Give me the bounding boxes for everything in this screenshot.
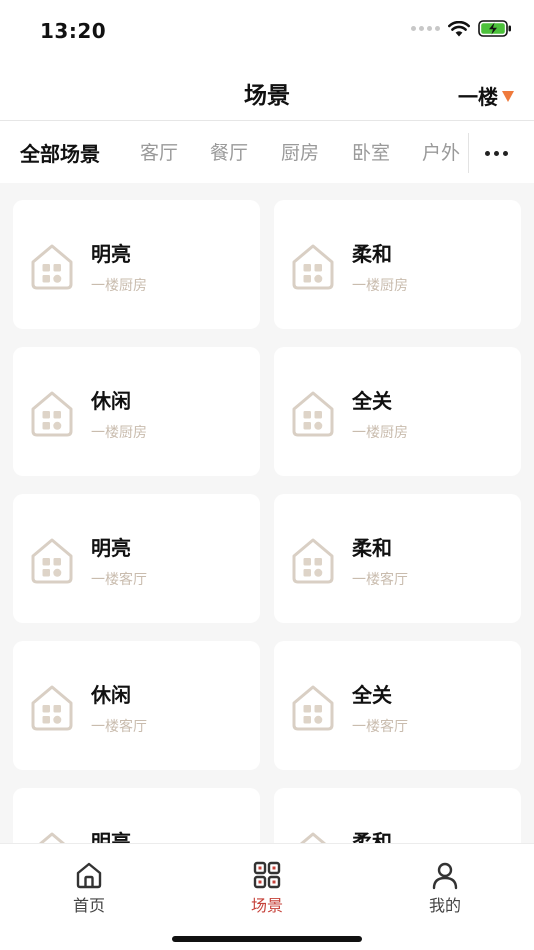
scene-house-icon <box>292 244 334 290</box>
scene-room: 一楼厨房 <box>352 425 408 441</box>
wifi-icon <box>448 20 470 36</box>
home-indicator <box>172 936 362 942</box>
scene-house-icon <box>299 832 327 843</box>
scene-name: 明亮 <box>91 830 131 843</box>
scene-card[interactable]: 休闲 一楼厨房 <box>13 347 260 476</box>
status-indicators <box>411 20 512 37</box>
scene-house-icon <box>31 685 73 731</box>
scene-name: 柔和 <box>352 830 392 843</box>
scene-card[interactable]: 全关 一楼厨房 <box>274 347 521 476</box>
nav-header: 场景 一楼 <box>0 64 534 121</box>
scene-grid: 明亮 一楼厨房 柔和 一楼厨房 休闲 一楼厨房 全关 一楼厨房 明亮 一楼客厅 … <box>13 200 521 843</box>
tabbar-scenes-label: 场景 <box>250 896 283 915</box>
caret-down-icon <box>502 91 514 102</box>
bottom-tab-bar: 首页 场景 我的 <box>0 843 534 950</box>
more-icon[interactable] <box>478 141 514 165</box>
floor-selector[interactable]: 一楼 <box>458 81 514 110</box>
scene-name: 明亮 <box>91 242 131 266</box>
room-tabs: 全部场景 客厅 餐厅 厨房 卧室 户外 <box>0 121 534 183</box>
tab-living-room[interactable]: 客厅 <box>140 138 178 165</box>
tabbar-home[interactable]: 首页 <box>49 860 129 916</box>
tabbar-me[interactable]: 我的 <box>405 860 485 916</box>
scene-house-icon <box>31 391 73 437</box>
tabbar-home-label: 首页 <box>72 896 105 915</box>
scene-name: 休闲 <box>91 683 131 707</box>
scene-card[interactable]: 柔和 一楼客厅 <box>274 494 521 623</box>
scene-card[interactable]: 柔和 一楼厨房 <box>274 200 521 329</box>
scene-card[interactable]: 柔和 <box>274 788 521 843</box>
scene-name: 明亮 <box>91 536 131 560</box>
floor-label: 一楼 <box>458 85 498 109</box>
user-icon <box>432 862 458 890</box>
scene-room: 一楼厨房 <box>352 278 408 294</box>
scene-house-icon <box>31 244 73 290</box>
scene-room: 一楼客厅 <box>91 572 147 588</box>
tab-bedroom[interactable]: 卧室 <box>352 138 390 165</box>
tabbar-me-label: 我的 <box>428 896 461 915</box>
scene-room: 一楼厨房 <box>91 278 147 294</box>
cellular-signal-icon <box>411 26 440 31</box>
scene-room: 一楼客厅 <box>91 719 147 735</box>
scene-card[interactable]: 明亮 一楼客厅 <box>13 494 260 623</box>
scene-name: 全关 <box>352 683 392 707</box>
tabbar-scenes[interactable]: 场景 <box>227 860 307 916</box>
page-title: 场景 <box>244 83 290 109</box>
scene-card[interactable]: 休闲 一楼客厅 <box>13 641 260 770</box>
scene-name: 全关 <box>352 389 392 413</box>
tab-dining-room[interactable]: 餐厅 <box>210 138 248 165</box>
scene-house-icon <box>292 538 334 584</box>
grid-icon <box>253 861 281 889</box>
scene-name: 柔和 <box>352 536 392 560</box>
tab-outdoor[interactable]: 户外 <box>422 138 460 165</box>
tab-all-scenes[interactable]: 全部场景 <box>20 138 100 167</box>
scene-card[interactable]: 明亮 <box>13 788 260 843</box>
scene-room: 一楼厨房 <box>91 425 147 441</box>
scene-name: 休闲 <box>91 389 131 413</box>
scene-card[interactable]: 全关 一楼客厅 <box>274 641 521 770</box>
scene-card[interactable]: 明亮 一楼厨房 <box>13 200 260 329</box>
tab-kitchen[interactable]: 厨房 <box>281 138 319 165</box>
scene-house-icon <box>292 685 334 731</box>
battery-charging-icon <box>478 20 511 37</box>
scene-house-icon <box>31 538 73 584</box>
home-icon <box>76 862 102 889</box>
scene-house-icon <box>38 832 66 843</box>
scene-name: 柔和 <box>352 242 392 266</box>
scene-room: 一楼客厅 <box>352 572 408 588</box>
status-bar: 13:20 <box>0 0 534 64</box>
scene-room: 一楼客厅 <box>352 719 408 735</box>
status-time: 13:20 <box>40 19 107 43</box>
scene-house-icon <box>292 391 334 437</box>
tab-divider <box>468 133 469 173</box>
